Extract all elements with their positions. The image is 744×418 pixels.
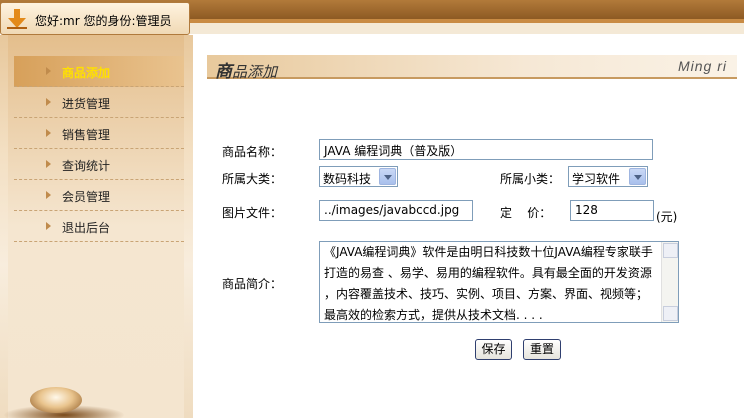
sidebar-item-add-product[interactable]: 商品添加 — [14, 56, 184, 87]
sidebar-item-label: 会员管理 — [62, 190, 111, 204]
scroll-down-icon[interactable] — [663, 306, 678, 321]
top-bar: 您好:mr 您的身份:管理员 — [0, 0, 744, 35]
intro-line: 最高效的检索方式，提供从技术文档. . . . — [324, 308, 543, 322]
sidebar-item-sales[interactable]: 销售管理 — [14, 118, 184, 149]
chevron-down-icon[interactable] — [629, 168, 646, 185]
coffee-cup-icon — [30, 387, 82, 413]
page-title-bar: 商品添加 Ming ri — [207, 55, 737, 82]
sidebar-item-label: 退出后台 — [62, 221, 111, 235]
image-file-input[interactable]: ../images/javabccd.jpg — [319, 200, 473, 221]
brand-text: Ming ri — [677, 58, 727, 74]
price-label: 定 价： — [500, 206, 552, 220]
name-label: 商品名称： — [222, 145, 283, 159]
sidebar: 商品添加 进货管理 销售管理 查询统计 会员管理 退出后台 — [0, 35, 193, 418]
sidebar-item-label: 销售管理 — [62, 128, 111, 142]
product-name-input[interactable]: JAVA 编程词典（普及版） — [319, 139, 653, 160]
sidebar-item-label: 商品添加 — [62, 66, 111, 80]
bullet-icon — [46, 160, 51, 168]
save-button[interactable]: 保存 — [475, 339, 512, 360]
price-unit: (元) — [656, 210, 678, 224]
sidebar-item-members[interactable]: 会员管理 — [14, 180, 184, 211]
subcategory-select[interactable]: 学习软件 — [568, 166, 648, 187]
price-input[interactable]: 128 — [570, 200, 654, 221]
scroll-up-icon[interactable] — [663, 243, 678, 258]
sidebar-item-label: 查询统计 — [62, 159, 111, 173]
subcategory-value: 学习软件 — [572, 172, 621, 186]
intro-label: 商品简介： — [222, 277, 283, 291]
sidebar-item-label: 进货管理 — [62, 97, 111, 111]
user-info-box: 您好:mr 您的身份:管理员 — [0, 2, 190, 35]
user-greeting: 您好:mr 您的身份:管理员 — [35, 14, 172, 28]
bullet-icon — [46, 98, 51, 106]
category-label: 所属大类： — [222, 172, 283, 186]
bullet-icon — [46, 67, 51, 75]
chevron-down-icon[interactable] — [379, 168, 396, 185]
intro-line: 打造的易查 、易学、易用的编程软件。具有最全面的开发资源 — [324, 266, 652, 280]
page-title: 商品添加 — [215, 62, 278, 82]
sidebar-item-purchase[interactable]: 进货管理 — [14, 87, 184, 118]
category-value: 数码科技 — [323, 172, 372, 186]
intro-line: ，内容覆盖技术、技巧、实例、项目、方案、界面、视频等； — [324, 287, 649, 301]
sidebar-item-query-stats[interactable]: 查询统计 — [14, 149, 184, 180]
category-select[interactable]: 数码科技 — [319, 166, 398, 187]
subcategory-label: 所属小类： — [500, 172, 561, 186]
main-content: 商品添加 Ming ri 商品名称： JAVA 编程词典（普及版） 所属大类： … — [193, 35, 744, 418]
product-intro-textarea[interactable]: 《JAVA编程词典》软件是由明日科技数十位JAVA编程专家联手 打造的易查 、易… — [319, 241, 679, 323]
reset-button[interactable]: 重置 — [523, 339, 561, 360]
image-label: 图片文件： — [222, 206, 283, 220]
bullet-icon — [46, 191, 51, 199]
bullet-icon — [46, 129, 51, 137]
arrow-down-icon — [7, 9, 27, 29]
intro-line: 《JAVA编程词典》软件是由明日科技数十位JAVA编程专家联手 — [324, 245, 653, 259]
textarea-scrollbar[interactable] — [661, 242, 678, 322]
sidebar-item-logout[interactable]: 退出后台 — [14, 211, 184, 242]
top-strip-accent — [190, 19, 744, 23]
bullet-icon — [46, 222, 51, 230]
